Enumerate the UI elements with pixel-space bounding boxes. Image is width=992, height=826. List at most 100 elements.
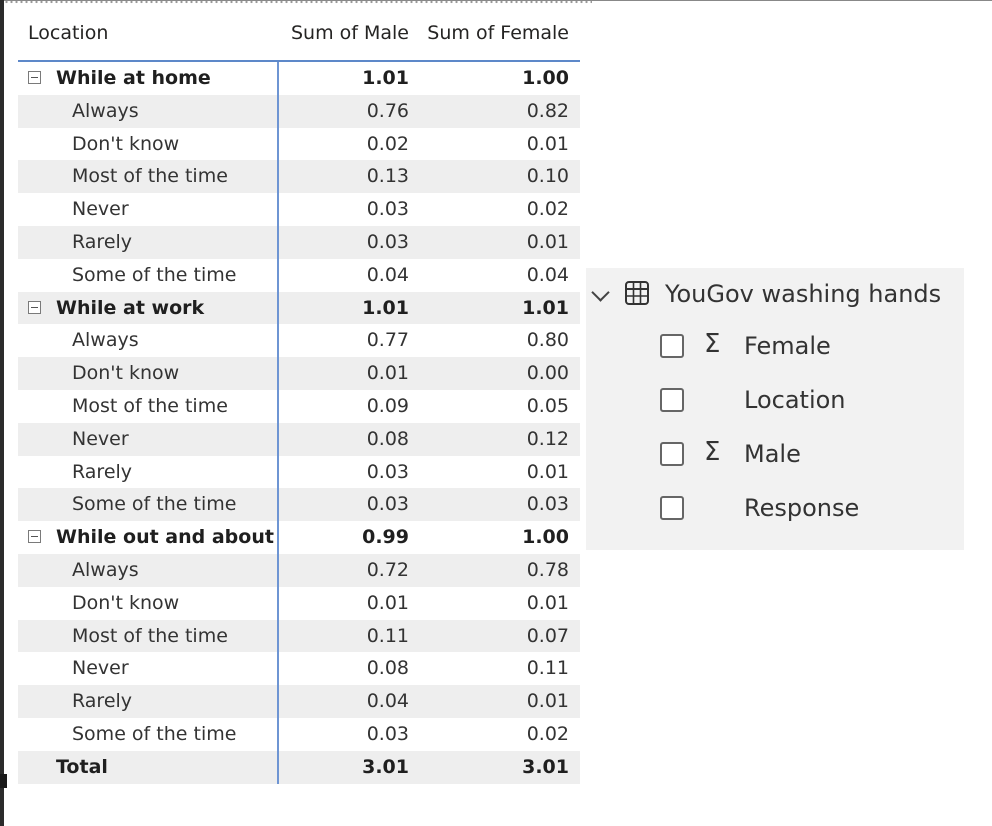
field-name: Response bbox=[744, 494, 860, 522]
window-edge-marker bbox=[0, 774, 7, 788]
male-value: 0.03 bbox=[366, 460, 409, 483]
table-row[interactable]: Don't know 0.01 0.00 bbox=[18, 357, 580, 390]
table-row[interactable]: Never 0.03 0.02 bbox=[18, 193, 580, 226]
table-icon bbox=[625, 281, 649, 305]
sigma-icon: Σ bbox=[704, 437, 721, 467]
field-item[interactable]: Response bbox=[586, 490, 964, 530]
male-value: 0.04 bbox=[366, 263, 409, 286]
table-row[interactable]: Most of the time 0.13 0.10 bbox=[18, 160, 580, 194]
table-row[interactable]: Rarely 0.03 0.01 bbox=[18, 225, 580, 259]
column-divider bbox=[277, 750, 279, 784]
table-row[interactable]: Most of the time 0.11 0.07 bbox=[18, 619, 580, 653]
matrix-body: While at home 1.01 1.00 Always 0.76 0.82 Don't… bbox=[18, 60, 580, 784]
column-divider bbox=[277, 389, 279, 423]
row-label: Rarely bbox=[72, 690, 133, 713]
row-label: While at home bbox=[56, 67, 211, 89]
table-row[interactable]: Some of the time 0.04 0.04 bbox=[18, 258, 580, 292]
female-value: 0.82 bbox=[526, 99, 569, 122]
column-divider bbox=[277, 685, 279, 718]
column-divider bbox=[277, 225, 279, 259]
column-divider bbox=[277, 717, 279, 751]
table-row[interactable]: Always 0.77 0.80 bbox=[18, 324, 580, 358]
female-value: 0.01 bbox=[526, 460, 569, 483]
male-value: 0.72 bbox=[366, 558, 409, 581]
male-value: 0.99 bbox=[362, 526, 409, 549]
row-label: While at work bbox=[56, 296, 205, 319]
male-value: 0.02 bbox=[366, 132, 409, 155]
column-divider bbox=[277, 127, 279, 161]
male-value: 0.03 bbox=[366, 230, 409, 253]
window-edge bbox=[0, 0, 4, 826]
row-label: Always bbox=[72, 329, 139, 352]
field-table-header[interactable]: YouGov washing hands bbox=[586, 276, 964, 312]
female-value: 1.00 bbox=[522, 67, 569, 89]
column-divider bbox=[277, 422, 279, 456]
male-value: 1.01 bbox=[362, 296, 409, 319]
matrix-visual[interactable]: Location Sum of Male Sum of Female While… bbox=[18, 14, 580, 784]
field-checkbox[interactable] bbox=[660, 388, 684, 412]
group-row[interactable]: While out and about 0.99 1.00 bbox=[18, 521, 580, 554]
group-row[interactable]: While at work 1.01 1.01 bbox=[18, 291, 580, 325]
row-label: Never bbox=[72, 427, 129, 450]
male-value: 0.01 bbox=[366, 591, 409, 614]
male-value: 0.04 bbox=[366, 690, 409, 713]
table-row[interactable]: Don't know 0.02 0.01 bbox=[18, 127, 580, 161]
female-value: 0.03 bbox=[526, 493, 569, 516]
table-row[interactable]: Don't know 0.01 0.01 bbox=[18, 586, 580, 620]
female-value: 0.80 bbox=[526, 329, 569, 352]
report-canvas: Location Sum of Male Sum of Female While… bbox=[0, 0, 992, 826]
total-row[interactable]: Total 3.01 3.01 bbox=[18, 750, 580, 784]
male-value: 0.11 bbox=[366, 624, 409, 647]
row-label: Always bbox=[72, 558, 139, 581]
column-divider bbox=[277, 160, 279, 194]
table-row[interactable]: Some of the time 0.03 0.03 bbox=[18, 488, 580, 522]
column-divider bbox=[277, 258, 279, 292]
column-header-sum-of-female[interactable]: Sum of Female bbox=[427, 22, 569, 44]
field-checkbox[interactable] bbox=[660, 496, 684, 520]
column-header-sum-of-male[interactable]: Sum of Male bbox=[291, 22, 409, 44]
column-header-location[interactable]: Location bbox=[28, 22, 108, 44]
field-item[interactable]: Σ Female bbox=[586, 328, 964, 368]
table-row[interactable]: Always 0.72 0.78 bbox=[18, 553, 580, 587]
table-row[interactable]: Some of the time 0.03 0.02 bbox=[18, 717, 580, 751]
field-name: Male bbox=[744, 440, 801, 468]
male-value: 0.08 bbox=[366, 427, 409, 450]
male-value: 0.01 bbox=[366, 362, 409, 385]
column-divider bbox=[277, 324, 279, 358]
row-label: Some of the time bbox=[72, 722, 237, 745]
row-label: Never bbox=[72, 198, 129, 221]
table-row[interactable]: Most of the time 0.09 0.05 bbox=[18, 389, 580, 423]
fields-panel: YouGov washing hands Σ Female Location Σ Mal… bbox=[586, 268, 964, 550]
female-value: 1.01 bbox=[522, 296, 569, 319]
female-value: 1.00 bbox=[522, 526, 569, 549]
collapse-icon[interactable] bbox=[28, 300, 41, 314]
sigma-icon: Σ bbox=[704, 329, 721, 359]
table-row[interactable]: Never 0.08 0.11 bbox=[18, 652, 580, 686]
column-divider bbox=[277, 94, 279, 128]
collapse-icon[interactable] bbox=[28, 530, 41, 544]
male-value: 0.13 bbox=[366, 165, 409, 188]
field-name: Female bbox=[744, 332, 831, 360]
row-label: Some of the time bbox=[72, 263, 237, 286]
table-row[interactable]: Rarely 0.04 0.01 bbox=[18, 685, 580, 718]
chevron-down-icon[interactable] bbox=[591, 283, 610, 302]
field-item[interactable]: Σ Male bbox=[586, 436, 964, 476]
collapse-icon[interactable] bbox=[28, 71, 41, 84]
male-value: 0.09 bbox=[366, 394, 409, 417]
table-row[interactable]: Never 0.08 0.12 bbox=[18, 422, 580, 456]
table-row[interactable]: Rarely 0.03 0.01 bbox=[18, 455, 580, 489]
field-item[interactable]: Location bbox=[586, 382, 964, 422]
group-row[interactable]: While at home 1.01 1.00 bbox=[18, 62, 580, 95]
column-divider bbox=[277, 62, 279, 95]
row-label: Always bbox=[72, 99, 139, 122]
table-row[interactable]: Always 0.76 0.82 bbox=[18, 94, 580, 128]
visual-selection-border bbox=[4, 0, 592, 4]
field-name: Location bbox=[744, 386, 846, 414]
male-value: 0.03 bbox=[366, 722, 409, 745]
row-label: Don't know bbox=[72, 591, 180, 614]
field-checkbox[interactable] bbox=[660, 442, 684, 466]
female-value: 0.01 bbox=[526, 132, 569, 155]
matrix-header: Location Sum of Male Sum of Female bbox=[18, 14, 580, 60]
field-checkbox[interactable] bbox=[660, 334, 684, 358]
male-value: 0.76 bbox=[366, 99, 409, 122]
